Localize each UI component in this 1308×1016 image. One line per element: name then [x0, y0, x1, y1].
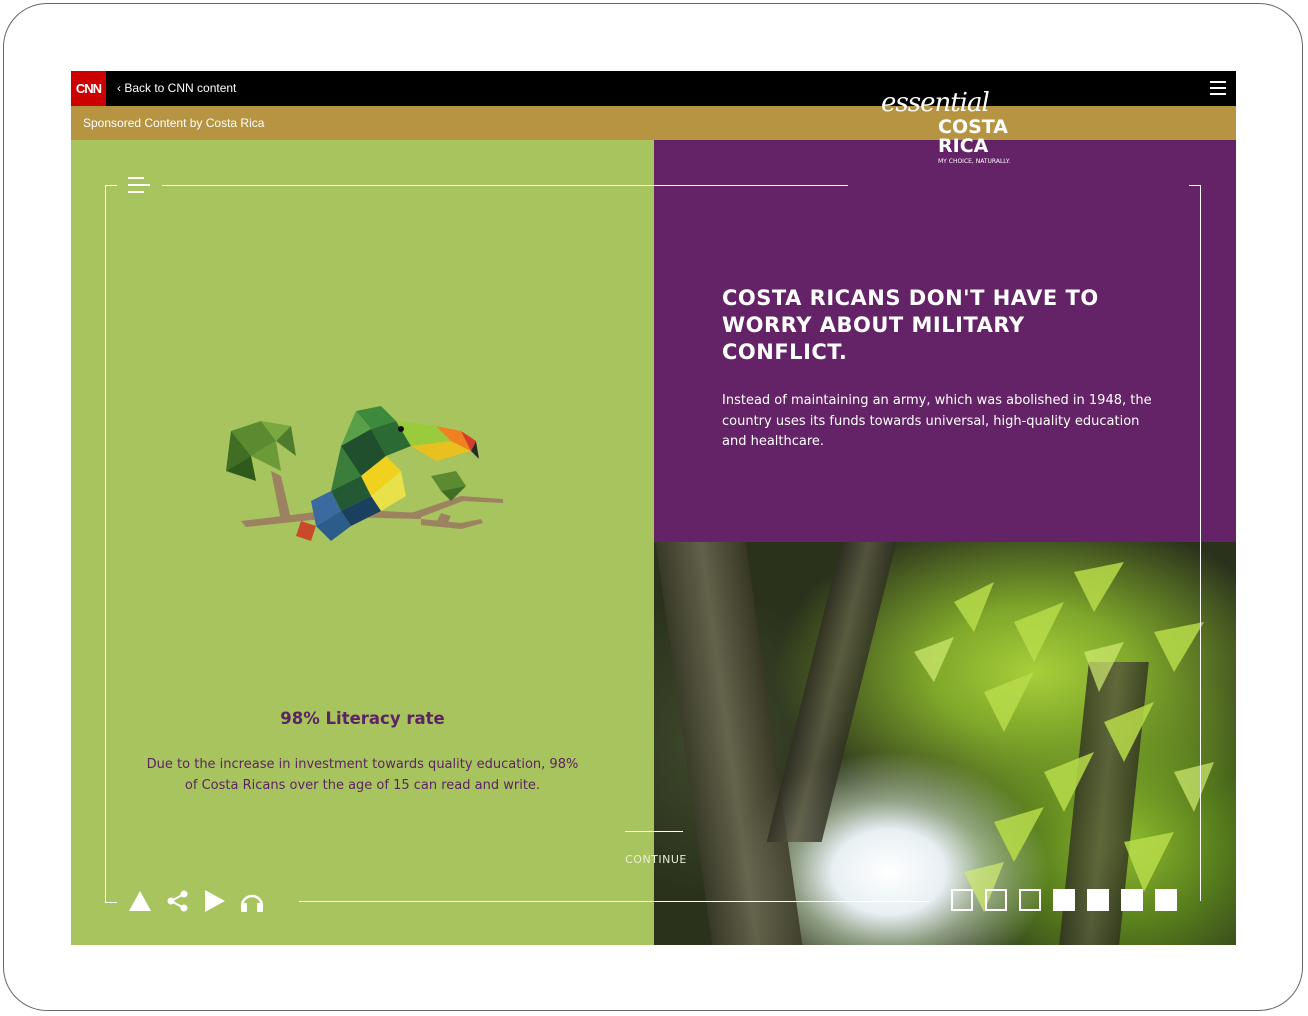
page-dot-4[interactable] — [1053, 889, 1075, 911]
frame-right-line — [1200, 185, 1201, 901]
page-dot-6[interactable] — [1121, 889, 1143, 911]
frame-bottom-line — [299, 901, 929, 902]
cnn-top-bar: CNN ‹ Back to CNN content — [71, 71, 1236, 106]
continue-button[interactable]: CONTINUE — [611, 853, 701, 866]
app-screen: CNN ‹ Back to CNN content Sponsored Cont… — [71, 71, 1236, 945]
page-dot-3[interactable] — [1019, 889, 1041, 911]
menu-icon[interactable] — [128, 177, 150, 195]
article-headline: COSTA RICANS DON'T HAVE TO WORRY ABOUT M… — [722, 286, 1099, 364]
page-dot-7[interactable] — [1155, 889, 1177, 911]
sponsored-bar: Sponsored Content by Costa Rica — [71, 106, 1236, 140]
frame-bottom-corner — [105, 902, 117, 903]
page-dot-2[interactable] — [985, 889, 1007, 911]
toucan-illustration — [226, 406, 503, 541]
frame-top-left-line — [162, 185, 848, 186]
continue-line — [625, 831, 683, 832]
audio-icon[interactable] — [239, 890, 265, 912]
back-to-cnn-link[interactable]: ‹ Back to CNN content — [117, 71, 236, 106]
hamburger-icon[interactable] — [1210, 81, 1226, 95]
frame-left-line — [105, 185, 106, 903]
article-body: Instead of maintaining an army, which wa… — [722, 393, 1152, 449]
home-icon[interactable] — [128, 890, 152, 912]
cnn-logo[interactable]: CNN — [71, 71, 106, 106]
forest-photo — [654, 542, 1236, 945]
logo-rica: RICA — [938, 135, 989, 157]
logo-tagline: MY CHOICE, NATURALLY. — [938, 158, 1011, 165]
page-dot-1[interactable] — [951, 889, 973, 911]
play-icon[interactable] — [204, 889, 226, 913]
literacy-body: Due to the increase in investment toward… — [146, 757, 579, 793]
share-icon[interactable] — [166, 890, 190, 912]
frame-corner-tl-h — [105, 185, 117, 186]
literacy-title: 98% Literacy rate — [280, 709, 445, 728]
leaves-decoration — [914, 562, 1214, 912]
essential-costa-rica-logo: essential COSTA RICA MY CHOICE, NATURALL… — [881, 88, 1031, 168]
page-dot-5[interactable] — [1087, 889, 1109, 911]
sponsored-label: Sponsored Content by Costa Rica — [83, 116, 265, 130]
logo-script: essential — [881, 88, 990, 118]
